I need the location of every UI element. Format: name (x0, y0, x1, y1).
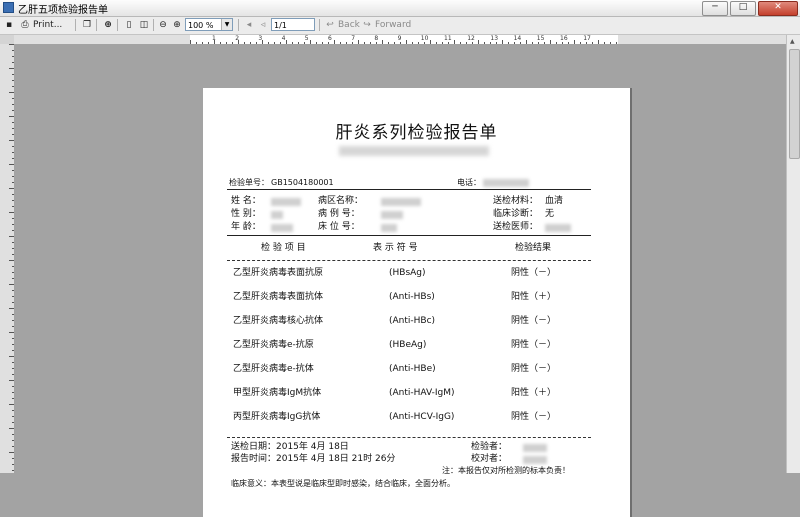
ruler-number: 15 (536, 35, 545, 42)
vertical-scrollbar[interactable]: ▲ (786, 35, 800, 473)
minimize-button[interactable]: ─ (702, 1, 728, 16)
first-page-icon[interactable]: ◂ (242, 18, 256, 32)
maximize-button[interactable]: □ (730, 1, 756, 16)
page-value: 1/1 (274, 21, 287, 30)
ruler-number: 14 (513, 35, 522, 42)
ruler-number: 9 (397, 35, 402, 42)
toolbar: ▪ ⎙ Print... ❐ ⊕ ▯ ◫ ⊖ ⊕ 100 % ▼ ◂ ◃ 1/1… (0, 17, 800, 35)
ruler-number: 2 (235, 35, 240, 42)
checker-redacted (523, 456, 547, 464)
result-item-value: 阳性（＋） (511, 388, 557, 398)
close-button[interactable]: ✕ (758, 1, 798, 16)
result-item-symbol: (Anti-HBs) (389, 292, 435, 302)
separator (238, 19, 239, 31)
ruler-corner (0, 35, 14, 44)
single-page-icon[interactable]: ▯ (122, 18, 136, 32)
previous-page-icon[interactable]: ◃ (256, 18, 270, 32)
checker-label: 校对者： (471, 454, 508, 464)
clinical-significance: 临床意义：本表型说是临床型即时感染，结合临床，全面分析。 (231, 479, 455, 488)
scroll-up-icon[interactable]: ▲ (790, 38, 795, 45)
inspector-redacted (523, 444, 547, 452)
separator (153, 19, 154, 31)
separator (96, 19, 97, 31)
ruler-page-area: 1 2 3 4 5 6 7 8 9 10 11 12 13 14 15 16 17 (190, 35, 618, 44)
window-title: 乙肝五项检验报告单 (18, 5, 108, 16)
ruler-number: 10 (420, 35, 429, 42)
result-item-name: 乙型肝炎病毒表面抗体 (233, 292, 324, 302)
ruler-number: 7 (351, 35, 356, 42)
ruler-number: 4 (281, 35, 286, 42)
print-icon[interactable]: ⎙ (18, 18, 32, 32)
ruler-number: 11 (444, 35, 452, 42)
copy-icon[interactable]: ❐ (80, 18, 94, 32)
ruler-number: 6 (328, 35, 332, 42)
vertical-ruler (0, 44, 15, 473)
separator (117, 19, 118, 31)
result-item-value: 阴性（－） (511, 412, 557, 422)
ruler-number: 5 (304, 35, 309, 42)
zoom-in-icon[interactable]: ⊕ (170, 18, 184, 32)
title-bar: 乙肝五项检验报告单 ─ □ ✕ (0, 0, 800, 17)
page-input[interactable]: 1/1 (271, 18, 315, 31)
result-item-symbol: (Anti-HAV-IgM) (389, 388, 455, 398)
window-controls: ─ □ ✕ (700, 1, 798, 16)
result-item-symbol: (HBeAg) (389, 340, 427, 350)
ruler-number: 16 (560, 35, 568, 42)
toolbar-menu-icon[interactable]: ▪ (2, 18, 16, 32)
result-item-name: 乙型肝炎病毒e-抗原 (233, 340, 314, 350)
ruler-number: 3 (258, 35, 263, 42)
ruler-number: 13 (490, 35, 499, 42)
report-time: 报告时间：2015年 4月 18日 21时 26分 (231, 454, 396, 464)
report-page: 肝炎系列检验报告单 检验单号： GB1504180001 电话： 姓 名： 性 … (203, 88, 630, 517)
ruler-number: 17 (583, 35, 591, 42)
note-text: 注：本报告仅对所检测的标本负责！ (442, 466, 570, 475)
send-date: 送检日期：2015年 4月 18日 (231, 442, 349, 452)
result-item-name: 丙型肝炎病毒IgG抗体 (233, 412, 321, 422)
inspector-label: 检验者： (471, 442, 508, 452)
back-button[interactable]: Back (338, 18, 360, 32)
find-icon[interactable]: ⊕ (101, 18, 115, 32)
result-item-symbol: (Anti-HBe) (389, 364, 436, 374)
separator (319, 19, 320, 31)
forward-icon[interactable]: ↪ (360, 18, 374, 32)
result-item-name: 甲型肝炎病毒IgM抗体 (233, 388, 322, 398)
result-item-value: 阳性（＋） (511, 292, 557, 302)
ruler-number: 8 (374, 35, 379, 42)
preview-canvas: 肝炎系列检验报告单 检验单号： GB1504180001 电话： 姓 名： 性 … (14, 44, 786, 517)
two-page-icon[interactable]: ◫ (137, 18, 151, 32)
result-item-symbol: (Anti-HCV-IgG) (389, 412, 455, 422)
zoom-out-icon[interactable]: ⊖ (156, 18, 170, 32)
result-item-name: 乙型肝炎病毒e-抗体 (233, 364, 314, 374)
result-item-value: 阴性（－） (511, 364, 557, 374)
result-item-value: 阴性（－） (511, 268, 557, 278)
back-icon[interactable]: ↩ (323, 18, 337, 32)
result-item-value: 阴性（－） (511, 316, 557, 326)
forward-button[interactable]: Forward (375, 18, 411, 32)
print-button[interactable]: Print... (33, 18, 62, 32)
zoom-value: 100 % (188, 21, 214, 30)
scrollbar-thumb[interactable] (789, 49, 800, 159)
result-item-symbol: (HBsAg) (389, 268, 426, 278)
ruler-number: 1 (212, 35, 216, 42)
app-icon (3, 2, 14, 13)
divider (227, 437, 591, 438)
zoom-select[interactable]: 100 % ▼ (185, 18, 233, 31)
result-item-value: 阴性（－） (511, 340, 557, 350)
result-item-symbol: (Anti-HBc) (389, 316, 436, 326)
chevron-down-icon[interactable]: ▼ (221, 19, 232, 30)
result-item-name: 乙型肝炎病毒核心抗体 (233, 316, 324, 326)
result-item-name: 乙型肝炎病毒表面抗原 (233, 268, 324, 278)
separator (75, 19, 76, 31)
ruler-number: 12 (467, 35, 475, 42)
